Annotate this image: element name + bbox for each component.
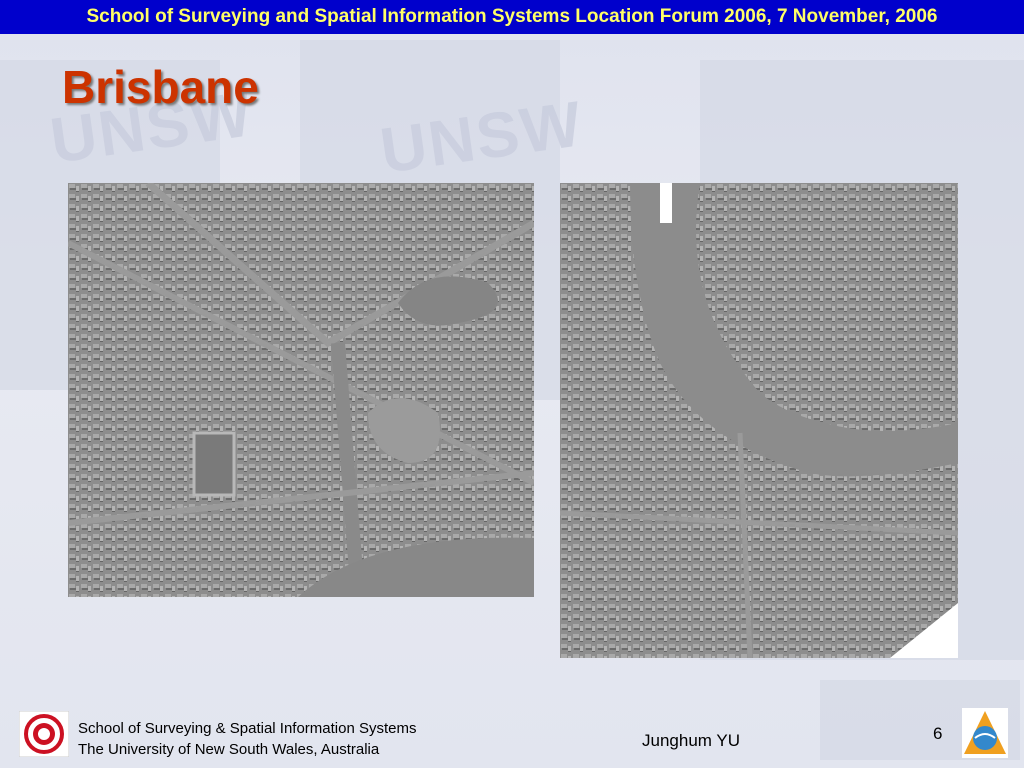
ssis-logo [962, 708, 1008, 758]
author-name: Junghum YU [642, 731, 740, 750]
institution-line2: The University of New South Wales, Austr… [78, 741, 380, 758]
header-text: School of Surveying and Spatial Informat… [86, 6, 938, 27]
header-bar: School of Surveying and Spatial Informat… [0, 0, 1024, 34]
page-number: 6 [933, 724, 943, 743]
slide-title: Brisbane [62, 61, 259, 113]
left-hillshade-map [68, 183, 534, 597]
unsw-50-years-logo [18, 710, 70, 758]
institution-info: School of Surveying & Spatial Informatio… [78, 718, 417, 760]
right-hillshade-map [560, 183, 958, 658]
institution-line1: School of Surveying & Spatial Informatio… [78, 720, 417, 737]
